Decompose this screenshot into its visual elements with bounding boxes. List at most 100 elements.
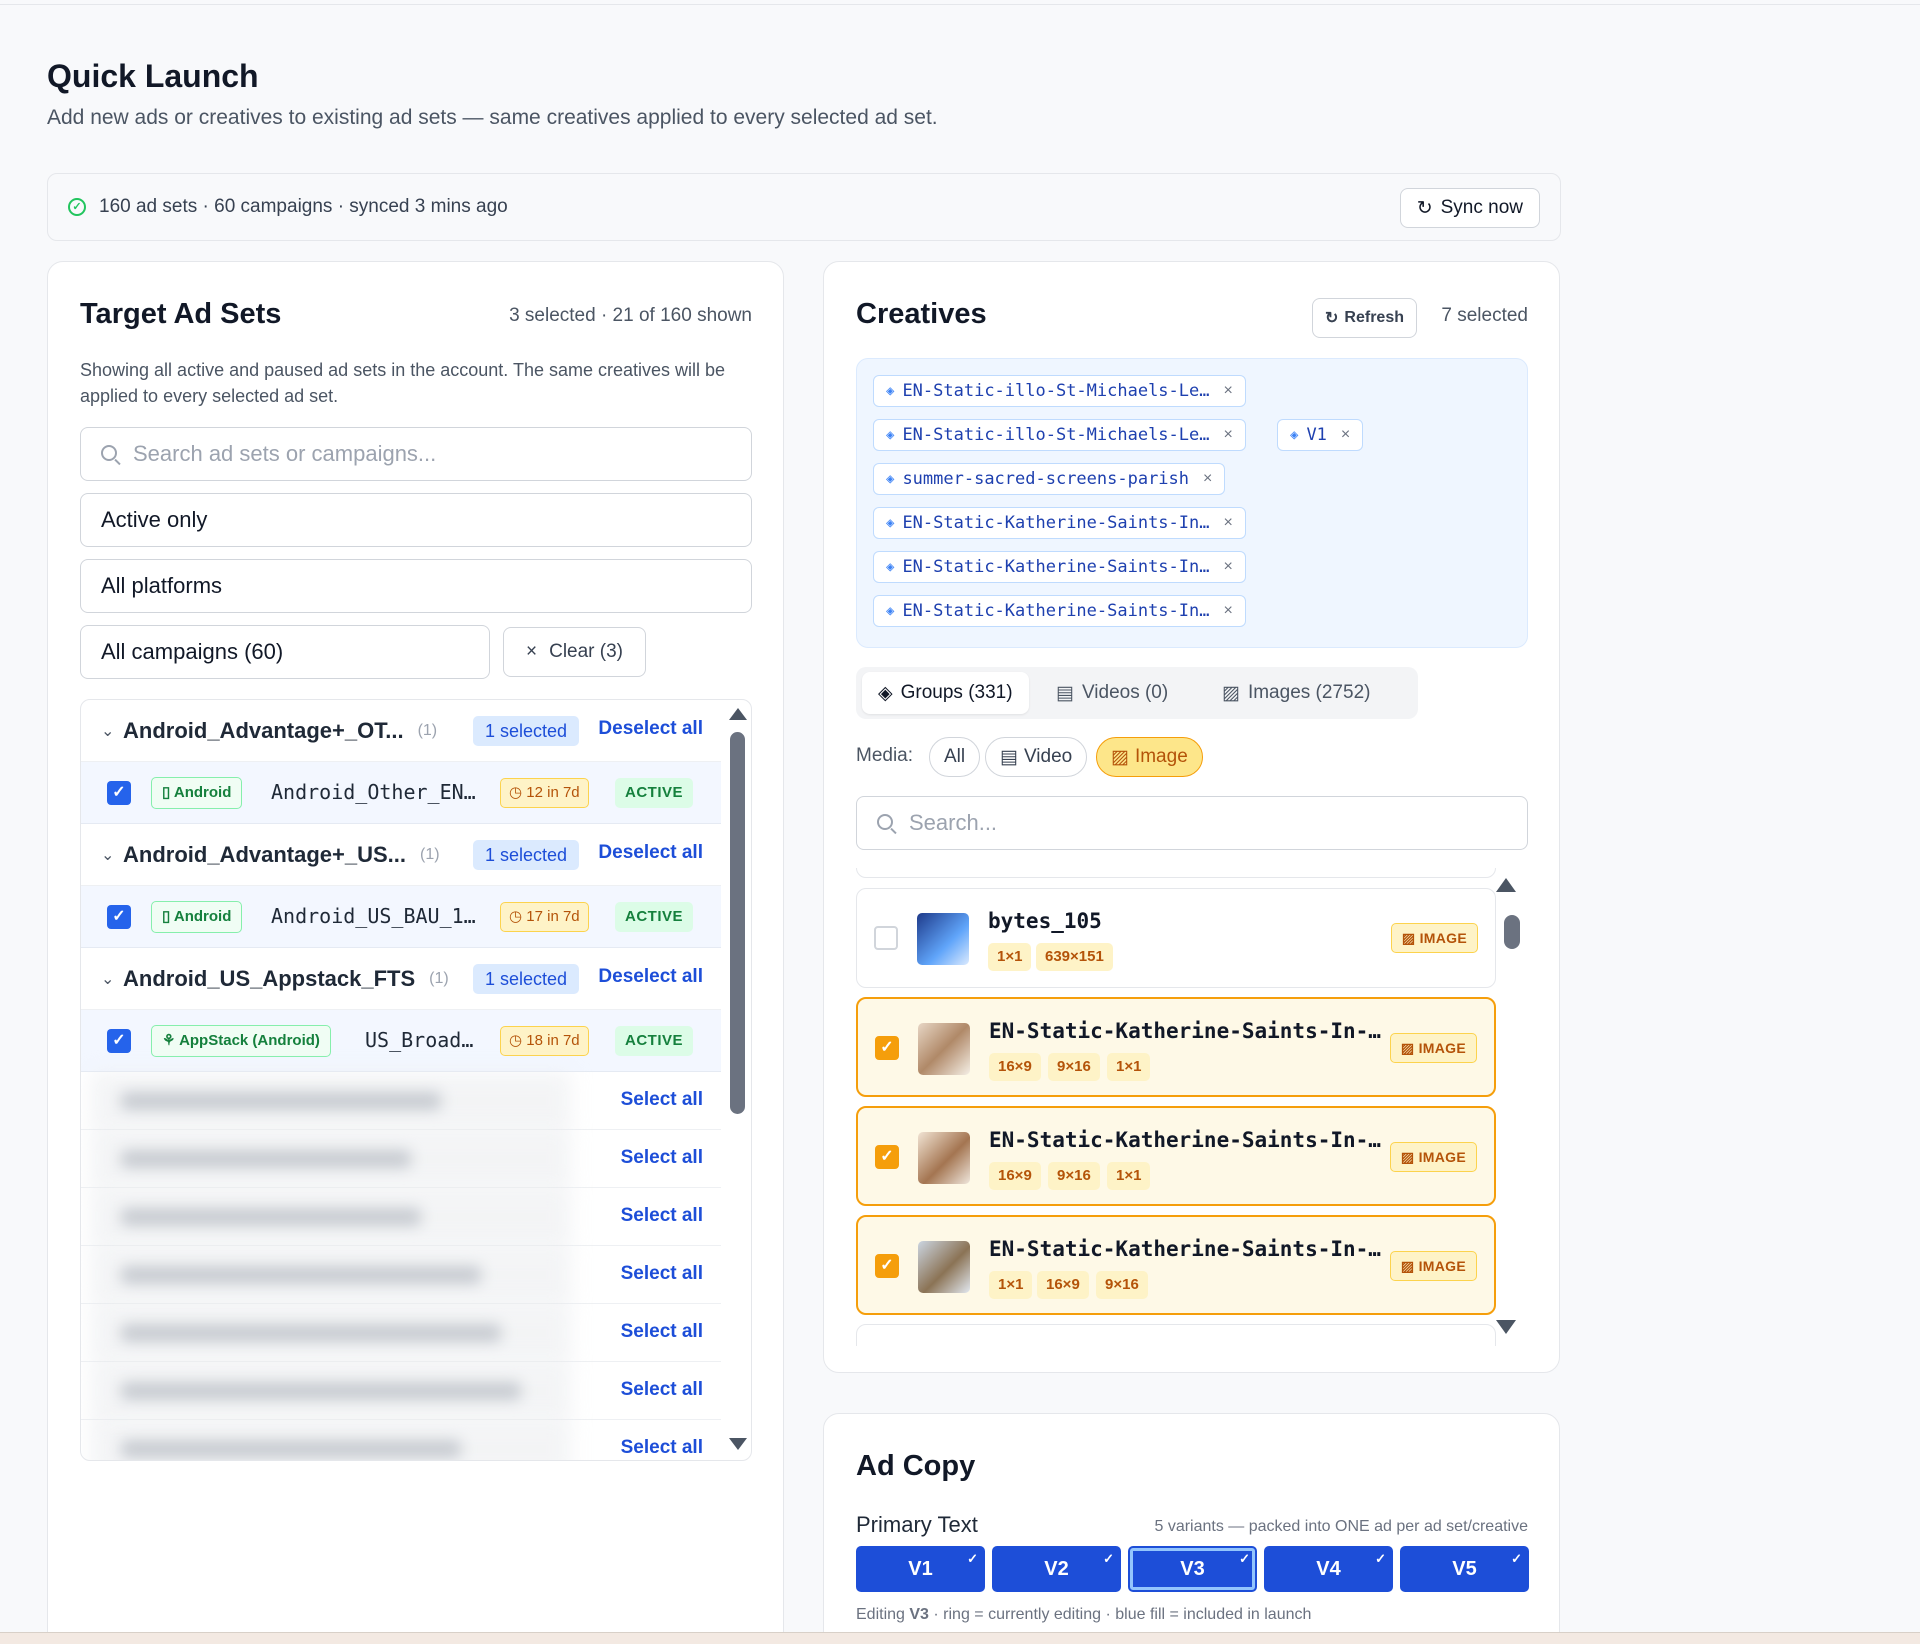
creative-card-partial — [856, 868, 1496, 878]
tab-images[interactable]: ▨ Images (2752) — [1206, 672, 1386, 714]
deselect-all-link[interactable]: Deselect all — [598, 718, 703, 740]
selected-badge: 1 selected — [472, 964, 579, 994]
refresh-button[interactable]: ↻ Refresh — [1312, 298, 1417, 338]
tab-groups[interactable]: ◈ Groups (331) — [862, 672, 1029, 714]
editing-variant: V3 — [909, 1606, 929, 1623]
scroll-up-arrow-icon[interactable] — [1496, 878, 1516, 892]
chip-label: EN-Static-Katherine-Saints-In… — [902, 513, 1210, 533]
frequency-badge: ◷ 18 in 7d — [500, 1026, 589, 1056]
scroll-down-arrow-icon[interactable] — [729, 1438, 747, 1450]
campaign-filter-select[interactable]: All campaigns (60) — [80, 625, 490, 679]
campaign-group[interactable]: ⌄ Android_US_Appstack_FTS (1) 1 selected… — [81, 948, 721, 1010]
collapsed-group[interactable]: Select all — [81, 1072, 721, 1130]
frequency-label: 18 in 7d — [526, 1032, 580, 1049]
creative-card[interactable]: bytes_105 1×1 639×151 ▨ IMAGE — [856, 888, 1496, 988]
clear-filters-button[interactable]: × Clear (3) — [503, 627, 647, 677]
media-filter-all[interactable]: All — [929, 737, 981, 777]
editing-prefix: Editing — [856, 1606, 910, 1623]
remove-chip-icon[interactable]: × — [1223, 426, 1232, 444]
adset-row[interactable]: ✓ ▯ Android Android_US_BAU_1… ◷ 17 in 7d… — [81, 886, 721, 948]
creative-card[interactable]: ✓ EN-Static-Katherine-Saints-In-… 1×1 16… — [856, 1215, 1496, 1315]
remove-chip-icon[interactable]: × — [1223, 514, 1232, 532]
select-all-link[interactable]: Select all — [621, 1089, 703, 1111]
chevron-down-icon[interactable]: ⌄ — [101, 845, 123, 865]
close-icon: × — [526, 641, 538, 662]
remove-chip-icon[interactable]: × — [1341, 426, 1350, 444]
creative-checkbox[interactable]: ✓ — [875, 1254, 899, 1278]
collapsed-group[interactable]: Select all — [81, 1362, 721, 1420]
creative-checkbox[interactable] — [874, 926, 898, 950]
layers-icon: ◈ — [1290, 427, 1299, 443]
refresh-icon: ↻ — [1325, 310, 1339, 327]
media-type-label: IMAGE — [1418, 1040, 1466, 1056]
film-icon: ▤ — [1000, 746, 1018, 768]
remove-chip-icon[interactable]: × — [1223, 558, 1232, 576]
check-icon: ✓ — [1239, 1551, 1250, 1566]
adset-checkbox[interactable]: ✓ — [107, 781, 131, 805]
status-filter-select[interactable]: Active only — [80, 493, 752, 547]
tab-videos[interactable]: ▤ Videos (0) — [1040, 672, 1184, 714]
creative-thumbnail — [918, 1241, 970, 1293]
variant-button-v5[interactable]: V5 ✓ — [1400, 1546, 1529, 1592]
status-badge: ACTIVE — [615, 778, 694, 808]
media-filter-image[interactable]: ▨ Image — [1096, 737, 1203, 777]
creative-search-input[interactable]: Search... — [856, 796, 1528, 850]
campaign-group[interactable]: ⌄ Android_Advantage+_OT... (1) 1 selecte… — [81, 700, 721, 762]
adset-checkbox[interactable]: ✓ — [107, 1029, 131, 1053]
chip-label: EN-Static-Katherine-Saints-In… — [902, 601, 1210, 621]
chevron-down-icon[interactable]: ⌄ — [101, 969, 123, 989]
status-badge: ACTIVE — [615, 902, 694, 932]
selected-creatives-chips: ◈ EN-Static-illo-St-Michaels-Le… × ◈ EN-… — [856, 358, 1528, 648]
collapsed-group[interactable]: Select all — [81, 1420, 721, 1460]
adset-search-input[interactable]: Search ad sets or campaigns... — [80, 427, 752, 481]
creative-card[interactable]: ✓ EN-Static-Katherine-Saints-In-… 16×9 9… — [856, 1106, 1496, 1206]
frequency-label: 17 in 7d — [526, 908, 580, 925]
creative-name: bytes_105 — [988, 909, 1102, 933]
scroll-thumb[interactable] — [730, 732, 745, 1114]
select-all-link[interactable]: Select all — [621, 1205, 703, 1227]
variant-button-v4[interactable]: V4 ✓ — [1264, 1546, 1393, 1592]
media-filter-video[interactable]: ▤ Video — [985, 737, 1088, 777]
adset-scrollbar[interactable] — [727, 700, 747, 1460]
select-all-link[interactable]: Select all — [621, 1147, 703, 1169]
page-title: Quick Launch — [47, 58, 259, 94]
adset-checkbox[interactable]: ✓ — [107, 905, 131, 929]
collapsed-group[interactable]: Select all — [81, 1304, 721, 1362]
creative-card[interactable]: ✓ EN-Static-Katherine-Saints-In-… 16×9 9… — [856, 997, 1496, 1097]
variant-button-v1[interactable]: V1 ✓ — [856, 1546, 985, 1592]
media-filter-label: Media: — [856, 745, 914, 766]
creative-checkbox[interactable]: ✓ — [875, 1145, 899, 1169]
image-icon: ▨ — [1222, 682, 1240, 704]
collapsed-group[interactable]: Select all — [81, 1246, 721, 1304]
collapsed-group[interactable]: Select all — [81, 1188, 721, 1246]
adset-row[interactable]: ✓ ▯ Android Android_Other_EN… ◷ 12 in 7d… — [81, 762, 721, 824]
scroll-down-arrow-icon[interactable] — [1496, 1320, 1516, 1334]
select-all-link[interactable]: Select all — [621, 1437, 703, 1459]
campaign-group[interactable]: ⌄ Android_Advantage+_US... (1) 1 selecte… — [81, 824, 721, 886]
variant-button-v3[interactable]: V3 ✓ — [1128, 1546, 1257, 1592]
sync-now-button[interactable]: ↻ Sync now — [1399, 188, 1540, 228]
select-all-link[interactable]: Select all — [621, 1321, 703, 1343]
remove-chip-icon[interactable]: × — [1223, 602, 1232, 620]
remove-chip-icon[interactable]: × — [1223, 382, 1232, 400]
deselect-all-link[interactable]: Deselect all — [598, 966, 703, 988]
collapsed-group[interactable]: Select all — [81, 1130, 721, 1188]
variant-button-v2[interactable]: V2 ✓ — [992, 1546, 1121, 1592]
frequency-label: 12 in 7d — [526, 784, 580, 801]
chevron-down-icon[interactable]: ⌄ — [101, 721, 123, 741]
select-all-link[interactable]: Select all — [621, 1263, 703, 1285]
creative-scroll-thumb[interactable] — [1504, 915, 1520, 949]
platform-filter-select[interactable]: All platforms — [80, 559, 752, 613]
target-count: 3 selected · 21 of 160 shown — [509, 305, 752, 326]
film-icon: ▤ — [1056, 682, 1074, 704]
select-all-link[interactable]: Select all — [621, 1379, 703, 1401]
group-name: Android_Advantage+_OT... — [123, 717, 404, 743]
adset-row[interactable]: ✓ ⚘ AppStack (Android) US_Broad… ◷ 18 in… — [81, 1010, 721, 1072]
adset-name: US_Broad… — [365, 1028, 474, 1052]
deselect-all-link[interactable]: Deselect all — [598, 842, 703, 864]
media-type-label: IMAGE — [1418, 1258, 1466, 1274]
creative-checkbox[interactable]: ✓ — [875, 1036, 899, 1060]
remove-chip-icon[interactable]: × — [1203, 470, 1212, 488]
layers-icon: ◈ — [886, 471, 895, 487]
scroll-up-arrow-icon[interactable] — [729, 708, 747, 720]
